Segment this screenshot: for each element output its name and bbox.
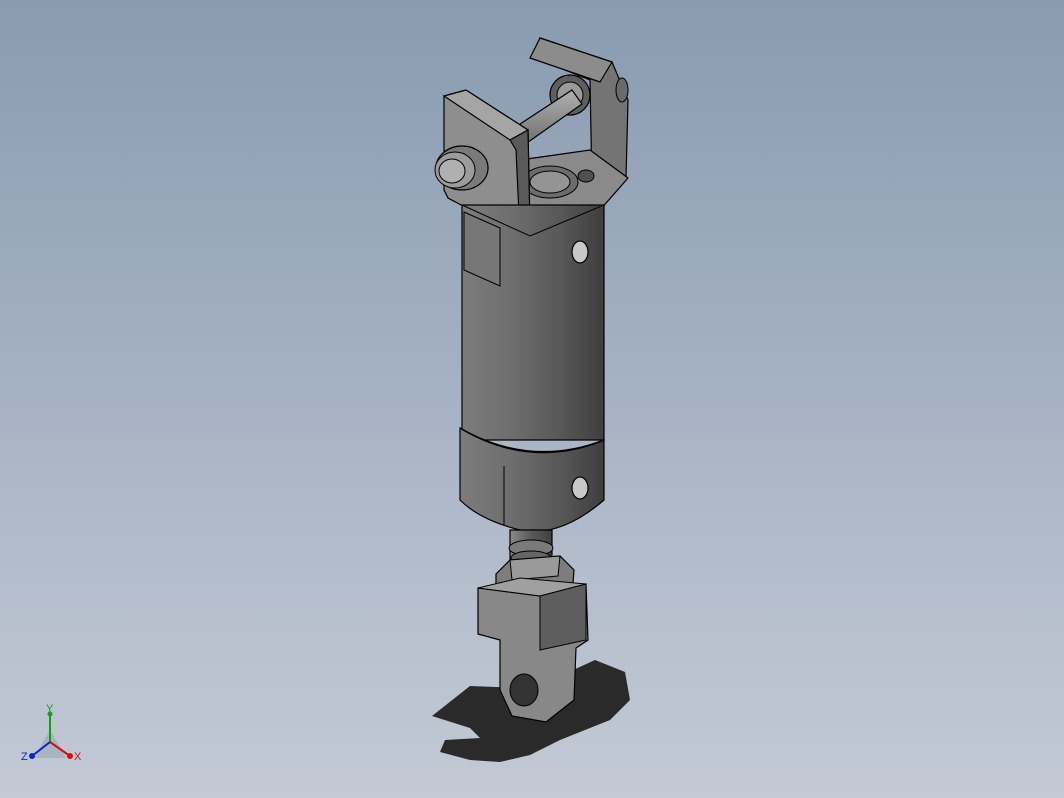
z-axis-label: Z [21, 751, 28, 763]
end-cap[interactable] [459, 426, 605, 532]
upper-port[interactable] [571, 240, 589, 264]
lower-port[interactable] [571, 476, 589, 500]
cad-viewport[interactable]: Y X Z [0, 0, 1064, 798]
pneumatic-cylinder-model[interactable] [0, 0, 1064, 798]
axis-triad: Y X Z [21, 703, 82, 763]
y-axis-label: Y [46, 703, 54, 715]
cylinder-barrel[interactable] [461, 204, 605, 441]
rod-eye-hole [509, 673, 539, 707]
x-axis-label: X [74, 751, 82, 763]
